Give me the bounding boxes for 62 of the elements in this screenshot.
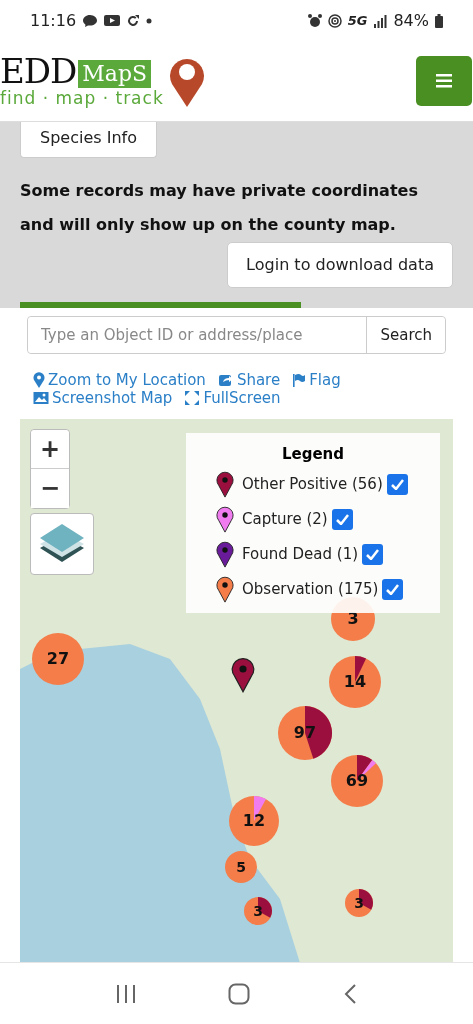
cluster-marker[interactable]: 97 bbox=[278, 705, 332, 760]
checkmark-icon bbox=[386, 583, 400, 595]
marker-pin-icon bbox=[216, 470, 234, 498]
login-button[interactable]: Login to download data bbox=[227, 241, 453, 288]
legend-checkbox[interactable] bbox=[362, 543, 384, 565]
legend-label: Observation (175) bbox=[242, 580, 379, 599]
logo-text: EDD bbox=[0, 54, 77, 89]
species-info-tab[interactable]: Species Info bbox=[20, 121, 157, 158]
status-time: 11:16 bbox=[30, 11, 77, 31]
cluster-marker[interactable]: 3 bbox=[244, 896, 272, 925]
marker-pin-icon bbox=[231, 656, 255, 693]
cluster-marker[interactable]: 3 bbox=[345, 888, 373, 917]
notice-text: Some records may have private coordinates and will only show up on the county map. bbox=[20, 179, 419, 236]
chat-icon bbox=[82, 13, 99, 28]
location-pin-icon bbox=[33, 371, 45, 388]
share-icon bbox=[217, 372, 234, 387]
flag-icon bbox=[292, 372, 307, 387]
expand-icon bbox=[184, 389, 201, 406]
logo-tagline: find · map · track bbox=[0, 88, 164, 109]
zoom-in-button[interactable]: + bbox=[31, 429, 69, 469]
recent-apps-icon[interactable] bbox=[116, 984, 137, 1003]
marker-pin-icon bbox=[216, 505, 234, 533]
legend-checkbox[interactable] bbox=[382, 578, 404, 600]
map-link[interactable]: Zoom to My Location bbox=[33, 370, 206, 389]
legend-label: Found Dead (1) bbox=[242, 545, 359, 564]
cluster-marker[interactable]: 27 bbox=[32, 632, 84, 685]
menu-icon bbox=[436, 74, 452, 89]
checkmark-icon bbox=[366, 548, 380, 560]
checkmark-icon bbox=[390, 478, 404, 490]
marker-pin-icon bbox=[216, 540, 234, 568]
logo-badge: MapS bbox=[78, 60, 152, 89]
marker-pin-icon bbox=[216, 575, 234, 603]
cluster-marker[interactable]: 12 bbox=[229, 795, 279, 846]
map-placeholder[interactable]: + − 3 27 14 97 69 12 5 3 3 Legend Other Positive (56) Capture (2) Found Dead (1) Observation (175) bbox=[20, 418, 453, 963]
cluster-marker[interactable]: 69 bbox=[331, 754, 383, 807]
refresh-icon bbox=[126, 13, 141, 28]
legend-label: Other Positive (56) bbox=[242, 475, 383, 494]
cluster-marker[interactable]: 14 bbox=[329, 655, 381, 708]
network-type: 5G bbox=[347, 13, 368, 29]
cluster-marker[interactable]: 5 bbox=[225, 850, 257, 883]
video-icon bbox=[104, 14, 121, 28]
signal-icon bbox=[373, 13, 388, 28]
menu-button[interactable] bbox=[416, 56, 472, 107]
map-link[interactable]: FullScreen bbox=[184, 388, 281, 407]
battery-level: 84% bbox=[393, 11, 429, 31]
dot-icon bbox=[146, 17, 153, 24]
map-link[interactable]: Flag bbox=[292, 370, 341, 389]
legend-label: Capture (2) bbox=[242, 510, 328, 529]
checkmark-icon bbox=[335, 513, 349, 525]
home-icon[interactable] bbox=[228, 982, 251, 1005]
search-button[interactable]: Search bbox=[366, 316, 445, 353]
legend-title: Legend bbox=[280, 444, 346, 463]
map-link[interactable]: Screenshot Map bbox=[33, 388, 173, 407]
back-icon[interactable] bbox=[342, 982, 357, 1005]
image-icon bbox=[33, 390, 49, 405]
legend-checkbox[interactable] bbox=[386, 473, 408, 495]
hotspot-icon bbox=[327, 13, 342, 28]
layers-button[interactable] bbox=[30, 512, 94, 575]
search-field[interactable]: Type an Object ID or address/place Search bbox=[27, 315, 446, 354]
battery-icon bbox=[435, 13, 443, 28]
legend-checkbox[interactable] bbox=[331, 508, 353, 530]
map-link[interactable]: Share bbox=[217, 370, 281, 389]
